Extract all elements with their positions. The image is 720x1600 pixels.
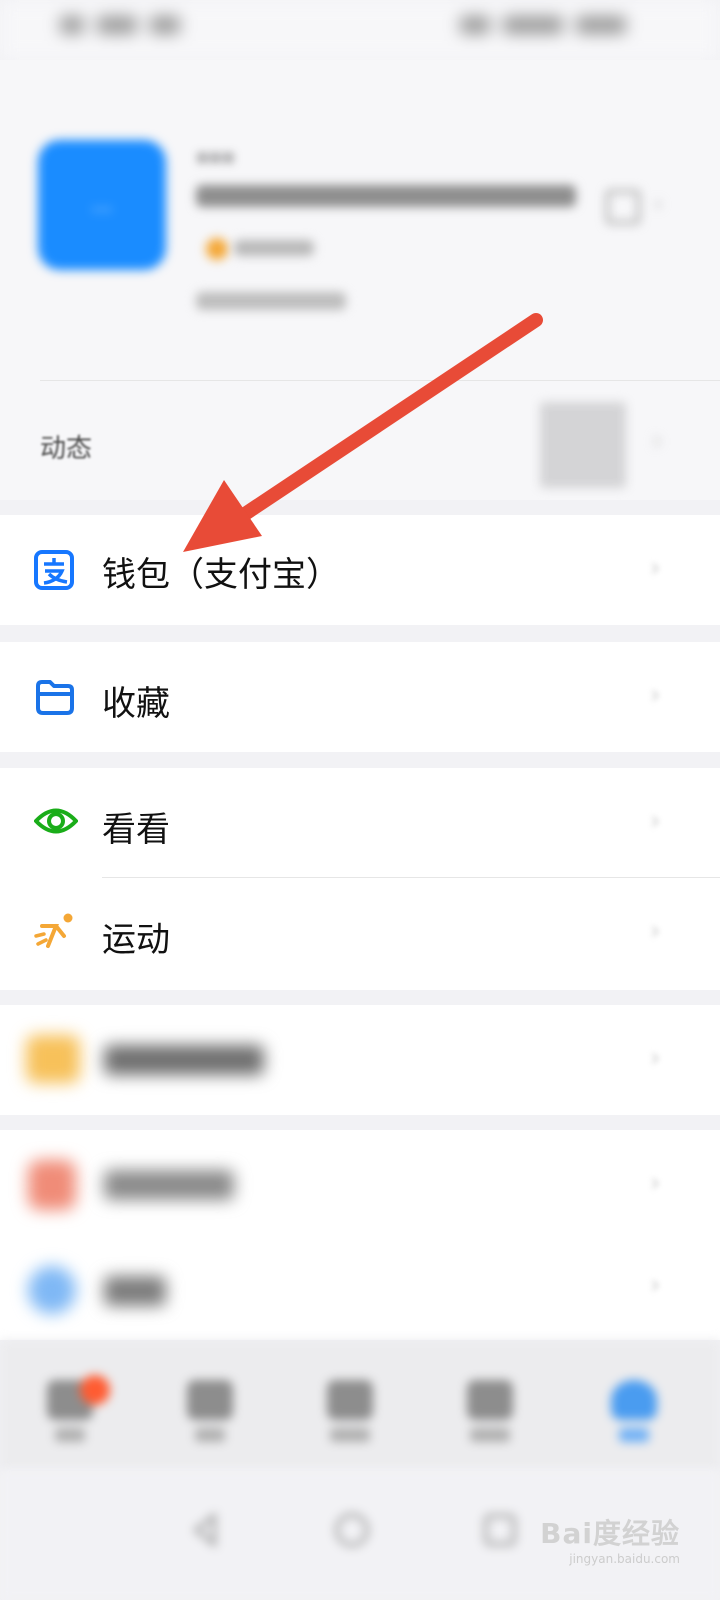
status-right-icons	[460, 14, 640, 40]
tab-label	[470, 1428, 510, 1442]
recents-icon[interactable]	[480, 1510, 520, 1550]
tab-channels[interactable]	[460, 1380, 520, 1442]
chevron-right-icon: ›	[650, 553, 661, 583]
channels-icon	[467, 1380, 513, 1420]
clock-text	[576, 15, 627, 34]
blurred-icon	[26, 1035, 80, 1083]
blurred-icon	[28, 1266, 76, 1314]
badge-text	[234, 240, 314, 256]
alipay-icon	[34, 550, 74, 594]
signal-icon	[60, 15, 84, 34]
chevron-right-icon: ›	[650, 806, 661, 836]
chevron-right-icon: ›	[650, 1270, 661, 1300]
discover-icon	[327, 1380, 373, 1420]
avatar[interactable]: ...	[38, 140, 166, 270]
add-status-button[interactable]	[196, 292, 346, 310]
wechat-id-line	[196, 185, 576, 207]
divider	[40, 380, 720, 381]
watermark-url: jingyan.baidu.com	[569, 1552, 680, 1566]
person-icon	[611, 1380, 657, 1420]
network-icon	[97, 15, 138, 34]
status-bar	[0, 0, 720, 60]
bottom-tab-bar	[0, 1340, 720, 1470]
menu-item-wallet[interactable]: 钱包（支付宝） ›	[0, 515, 720, 625]
favorites-label: 收藏	[102, 684, 170, 724]
badge-icon	[206, 238, 228, 260]
avatar-text: ...	[91, 192, 113, 217]
contacts-icon	[187, 1380, 233, 1420]
menu-item-sport[interactable]: 运动 ›	[0, 878, 720, 990]
tab-label	[55, 1428, 85, 1442]
menu-item-favorites[interactable]: 收藏 ›	[0, 642, 720, 752]
blurred-label	[104, 1045, 264, 1075]
folder-icon	[34, 676, 76, 722]
notification-icon	[460, 15, 490, 34]
blurred-label	[104, 1276, 166, 1306]
tab-discover[interactable]	[320, 1380, 380, 1442]
screen: ... ... › 动态 › 钱包（支付宝） › 收藏 › 看看 › 运动 › …	[0, 0, 720, 1600]
menu-item-blurred-2[interactable]: ›	[0, 1130, 720, 1240]
chevron-right-icon: ›	[650, 916, 661, 946]
tab-label	[195, 1428, 225, 1442]
unread-badge	[80, 1375, 110, 1405]
chevron-right-icon: ›	[650, 1168, 661, 1198]
menu-item-blurred-3[interactable]: ›	[0, 1240, 720, 1340]
battery-icon	[503, 15, 564, 34]
menu-item-blurred-1[interactable]: ›	[0, 1005, 720, 1115]
baidu-jingyan-watermark: Bai度经验 jingyan.baidu.com	[540, 1512, 680, 1572]
home-icon[interactable]	[332, 1510, 372, 1550]
wallet-label: 钱包（支付宝）	[102, 555, 340, 595]
tab-contacts[interactable]	[180, 1380, 240, 1442]
chevron-right-icon: ›	[650, 1043, 661, 1073]
tab-me[interactable]	[604, 1380, 664, 1442]
menu-item-look[interactable]: 看看 ›	[0, 768, 720, 878]
status-left-icons	[60, 14, 190, 40]
chevron-right-icon: ›	[652, 426, 663, 456]
moments-label: 动态	[40, 434, 93, 464]
chevron-right-icon: ›	[650, 680, 661, 710]
watermark-brand: Bai度经验	[540, 1517, 680, 1550]
profile-header[interactable]: ... ... ›	[0, 60, 720, 390]
blurred-icon	[28, 1160, 76, 1210]
tab-label	[619, 1428, 649, 1442]
qr-code-icon[interactable]	[606, 190, 640, 224]
look-label: 看看	[102, 810, 170, 850]
nickname: ...	[196, 130, 235, 170]
moments-thumbnail	[540, 402, 626, 488]
blurred-label	[104, 1170, 234, 1200]
back-icon[interactable]	[186, 1510, 226, 1550]
wifi-icon	[150, 15, 181, 34]
sport-label: 运动	[102, 920, 170, 960]
chevron-right-icon: ›	[654, 192, 663, 217]
moments-row[interactable]: 动态 ›	[0, 390, 720, 500]
eye-icon	[33, 804, 79, 842]
running-icon	[34, 912, 76, 960]
tab-label	[330, 1428, 370, 1442]
